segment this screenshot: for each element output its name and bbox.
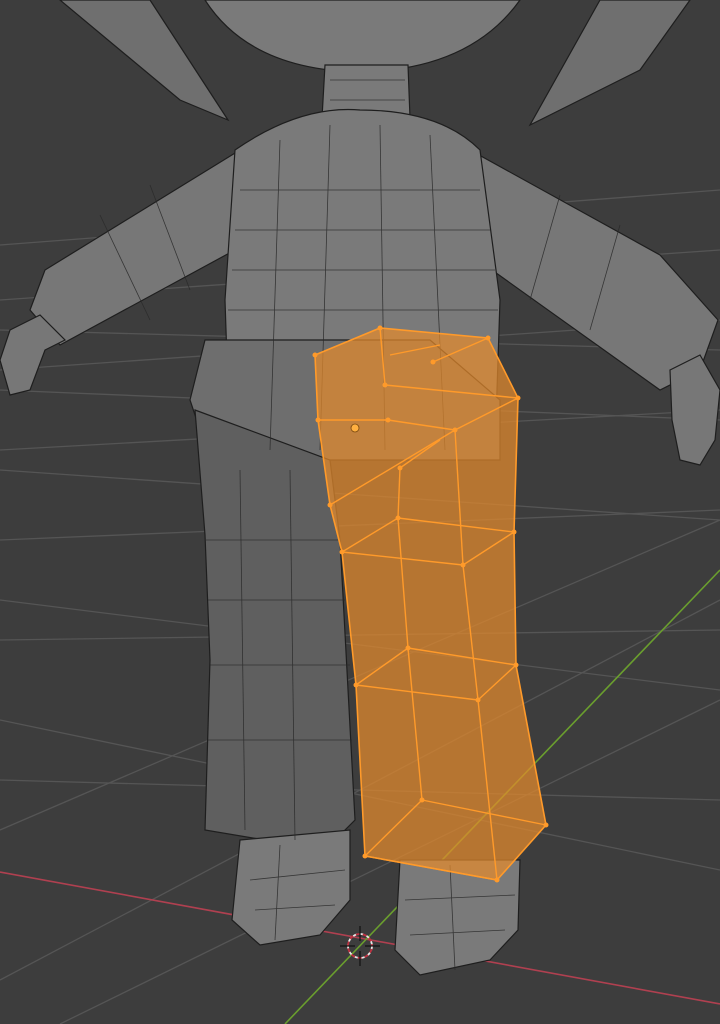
viewport-canvas[interactable] [0,0,720,1024]
3d-viewport[interactable] [0,0,720,1024]
object-origin-icon[interactable] [350,423,360,433]
